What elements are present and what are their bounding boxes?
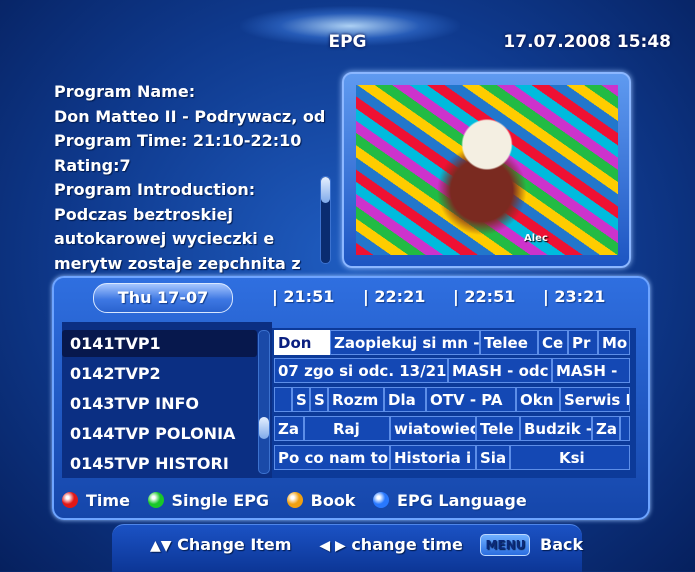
- channel-item[interactable]: 0144TVP POLONIA: [62, 420, 257, 447]
- time-marker: | 23:21: [543, 287, 606, 306]
- preview-overlay-text: Alec: [524, 233, 548, 244]
- program-cell[interactable]: Za: [274, 416, 304, 441]
- program-time: Program Time: 21:10-22:10: [54, 131, 302, 150]
- program-cell[interactable]: OTV - PA: [426, 387, 516, 412]
- program-cell[interactable]: Ce: [538, 330, 568, 355]
- info-scrollbar[interactable]: [320, 176, 331, 264]
- program-name-label: Program Name:: [54, 82, 196, 101]
- program-cell[interactable]: S: [310, 387, 328, 412]
- program-intro-line: autokarowej wycieczki e: [54, 229, 275, 248]
- program-cell[interactable]: Tele: [476, 416, 520, 441]
- program-cell[interactable]: Okn: [516, 387, 560, 412]
- legend-label: Single EPG: [171, 491, 270, 510]
- program-cell[interactable]: Telee: [480, 330, 538, 355]
- channel-list: 0141TVP1 0142TVP2 0143TVP INFO 0144TVP P…: [62, 322, 272, 478]
- legend-blue[interactable]: EPG Language: [373, 491, 527, 510]
- program-intro-line: Podczas beztroskiej: [54, 204, 233, 224]
- back-hint: Back: [540, 535, 584, 554]
- time-marker: | 22:51: [453, 287, 516, 306]
- channel-scrollbar[interactable]: [258, 330, 270, 474]
- program-cell[interactable]: 07 zgo si odc. 13/21: [274, 358, 448, 383]
- channel-item[interactable]: 0145TVP HISTORI: [62, 450, 257, 477]
- datetime: 17.07.2008 15:48: [503, 32, 671, 52]
- program-cell[interactable]: Dla: [384, 387, 426, 412]
- program-cell[interactable]: Pr: [568, 330, 598, 355]
- blue-button-icon: [373, 492, 390, 508]
- legend-label: Book: [310, 491, 356, 510]
- program-cell[interactable]: Raj: [304, 416, 390, 441]
- program-cell[interactable]: Mo: [598, 330, 630, 355]
- legend-green[interactable]: Single EPG: [147, 491, 270, 510]
- video-preview-frame: Alec: [342, 72, 631, 268]
- program-cell[interactable]: Rozm: [328, 387, 384, 412]
- program-name: Don Matteo II - Podrywacz, od: [54, 106, 326, 126]
- red-button-icon: [62, 492, 78, 508]
- program-intro-line: merytw zostaje zepchnita z: [54, 253, 301, 273]
- program-cell[interactable]: [274, 387, 292, 412]
- footer-hints: ▲▼ Change Item ◀ ▶ change time MENU Back: [150, 534, 583, 556]
- color-key-legend: Time Single EPG Book EPG Language: [62, 491, 539, 510]
- program-cell[interactable]: Po co nam to: [274, 445, 390, 470]
- yellow-button-icon: [286, 492, 303, 508]
- green-button-icon: [147, 492, 164, 508]
- program-rating: Rating:7: [54, 155, 131, 175]
- video-preview: Alec: [356, 85, 618, 255]
- program-cell[interactable]: [620, 416, 630, 441]
- program-intro-label: Program Introduction:: [54, 180, 256, 199]
- program-cell[interactable]: Za: [592, 416, 620, 441]
- program-info: Program Name: Don Matteo II - Podrywacz,…: [54, 80, 325, 276]
- program-cell[interactable]: MASH - odc: [448, 358, 552, 383]
- channel-item[interactable]: 0141TVP1: [62, 330, 257, 357]
- date-tab[interactable]: Thu 17-07: [93, 283, 233, 313]
- legend-yellow[interactable]: Book: [286, 491, 356, 510]
- legend-label: EPG Language: [397, 491, 527, 510]
- program-cell[interactable]: Ksi: [510, 445, 630, 470]
- time-marker: | 21:51: [272, 287, 335, 306]
- up-down-arrows-icon: ▲▼: [150, 538, 172, 554]
- menu-key-icon: MENU: [480, 534, 531, 556]
- program-cell[interactable]: Historia i: [390, 445, 476, 470]
- info-scroll-thumb[interactable]: [321, 177, 330, 203]
- program-cell[interactable]: Serwis I: [560, 387, 630, 412]
- change-time-hint: change time: [351, 535, 463, 554]
- program-cell[interactable]: Sia: [476, 445, 510, 470]
- legend-red[interactable]: Time: [62, 491, 130, 510]
- program-cell[interactable]: wiatowiec: [390, 416, 476, 441]
- legend-label: Time: [86, 491, 130, 510]
- left-right-arrows-icon: ◀ ▶: [319, 538, 346, 554]
- channel-item[interactable]: 0143TVP INFO: [62, 390, 257, 417]
- channel-scroll-thumb[interactable]: [259, 417, 269, 439]
- program-grid: Don Zaopiekuj si mn - Telee Ce Pr Mo 07 …: [272, 328, 636, 478]
- program-cell[interactable]: S: [292, 387, 310, 412]
- change-item-hint: Change Item: [177, 535, 292, 554]
- time-marker: | 22:21: [363, 287, 426, 306]
- program-cell[interactable]: MASH -: [552, 358, 630, 383]
- channel-item[interactable]: 0142TVP2: [62, 360, 257, 387]
- program-cell[interactable]: Don: [274, 330, 330, 355]
- program-cell[interactable]: Budzik -: [520, 416, 592, 441]
- program-cell[interactable]: Zaopiekuj si mn -: [330, 330, 480, 355]
